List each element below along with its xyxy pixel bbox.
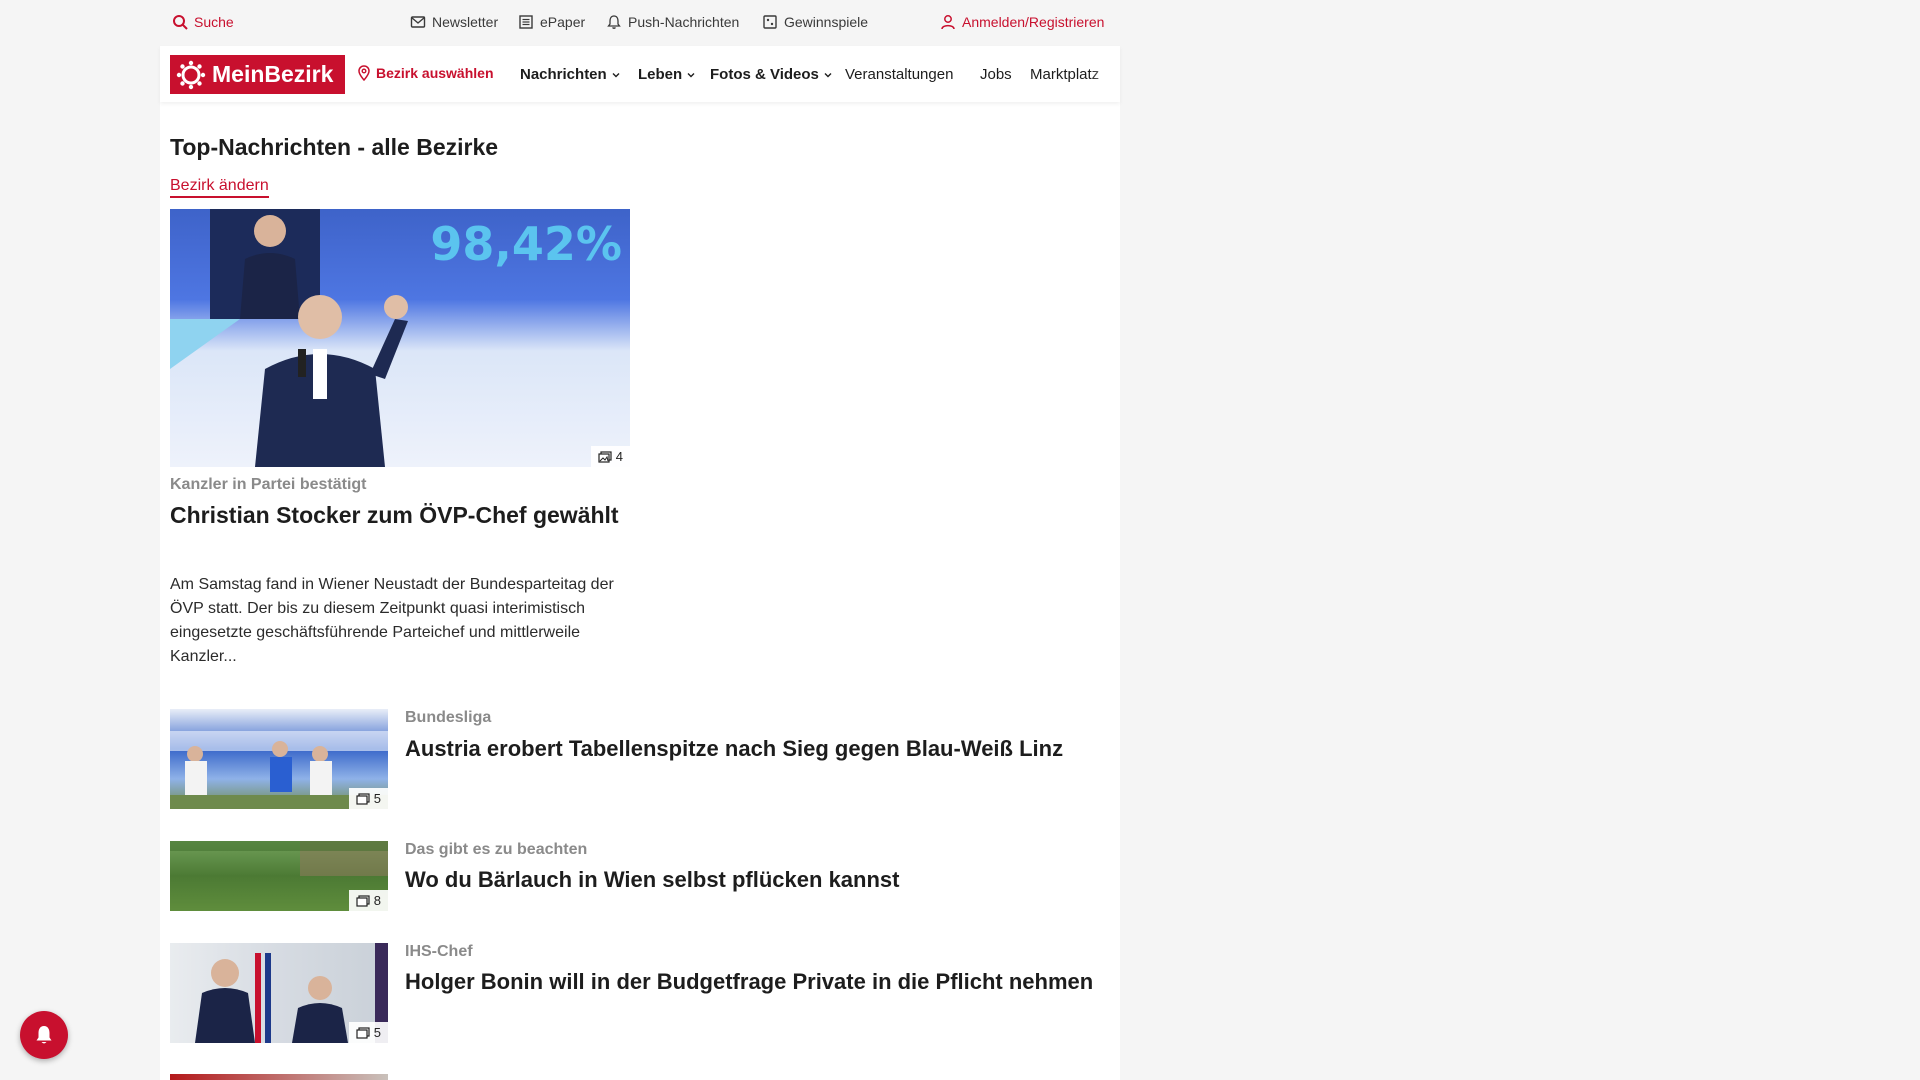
login-label: Anmelden/Registrieren <box>962 14 1105 30</box>
nav-item-nachrichten[interactable]: Nachrichten <box>520 66 621 83</box>
district-select[interactable]: Bezirk auswählen <box>356 65 494 81</box>
article-kicker: IHS-Chef <box>405 943 473 960</box>
chevron-down-icon <box>824 72 832 77</box>
hero-percentage-text: 98,42% <box>430 217 622 271</box>
logo[interactable]: MeinBezirk <box>170 55 345 94</box>
photo-count-badge: 5 <box>348 1022 388 1043</box>
article-item[interactable]: 5 IHS-Chef Holger Bonin will in der Budg… <box>170 943 1110 1043</box>
article-thumbnail <box>170 1074 388 1080</box>
hero-image[interactable]: 98,42% 4 <box>170 209 630 467</box>
photo-count-badge: 8 <box>348 890 388 911</box>
newspaper-icon <box>519 15 533 29</box>
hero-teaser: Am Samstag fand in Wiener Neustadt der B… <box>170 576 614 665</box>
push-link[interactable]: Push-Nachrichten <box>606 14 739 30</box>
article-thumbnail: 5 <box>170 943 388 1043</box>
nav-item-fotos-videos[interactable]: Fotos & Videos <box>710 66 833 83</box>
article-item-partial[interactable] <box>170 1074 1110 1080</box>
chevron-down-icon <box>612 72 620 77</box>
article-kicker: Bundesliga <box>405 709 492 726</box>
location-pin-icon <box>358 65 370 81</box>
photo-count: 5 <box>373 1025 381 1040</box>
epaper-label: ePaper <box>540 14 586 30</box>
hero-headline[interactable]: Christian Stocker zum ÖVP-Chef gewählt <box>170 500 620 531</box>
nav-label: Fotos & Videos <box>710 66 819 83</box>
nav-item-veranstaltungen[interactable]: Veranstaltungen <box>845 66 953 83</box>
main-navbar: MeinBezirk Bezirk auswählen Nachrichten … <box>160 46 1120 102</box>
nav-fade-overlay <box>1090 46 1120 102</box>
nav-label: Veranstaltungen <box>845 66 954 83</box>
sun-logo-icon <box>176 60 206 89</box>
change-district-link[interactable]: Bezirk ändern <box>170 177 269 198</box>
article-item[interactable]: 5 Bundesliga Austria erobert Tabellenspi… <box>170 709 1110 809</box>
bell-icon <box>36 1026 52 1044</box>
nav-label: Nachrichten <box>520 66 607 83</box>
search-icon <box>173 15 188 30</box>
article-thumbnail: 8 <box>170 841 388 911</box>
mail-icon <box>410 16 426 28</box>
article-headline[interactable]: Wo du Bärlauch in Wien selbst pflücken k… <box>405 865 1105 895</box>
bell-icon <box>607 15 621 29</box>
utility-bar: Suche Newsletter ePaper Push-Nachrichten… <box>160 0 1120 46</box>
gallery-icon <box>356 1026 370 1039</box>
section-title: Top-Nachrichten - alle Bezirke <box>170 134 499 160</box>
contests-label: Gewinnspiele <box>784 14 869 30</box>
newsletter-label: Newsletter <box>432 14 499 30</box>
hero-kicker: Kanzler in Partei bestätigt <box>170 476 367 493</box>
nav-item-jobs[interactable]: Jobs <box>980 66 1012 83</box>
login-link[interactable]: Anmelden/Registrieren <box>940 14 1104 30</box>
photo-count-badge: 5 <box>348 788 388 809</box>
epaper-link[interactable]: ePaper <box>518 14 585 30</box>
gallery-icon <box>356 792 370 805</box>
article-kicker: Das gibt es zu beachten <box>405 841 588 858</box>
gallery-icon <box>356 894 370 907</box>
article-headline[interactable]: Austria erobert Tabellenspitze nach Sieg… <box>405 734 1105 764</box>
photo-count-badge: 4 <box>590 446 630 467</box>
search-link[interactable]: Suche <box>172 14 234 30</box>
gallery-icon <box>598 450 612 463</box>
nav-label: Jobs <box>980 66 1012 83</box>
user-icon <box>941 15 955 30</box>
nav-label: Leben <box>638 66 683 83</box>
article-headline[interactable]: Holger Bonin will in der Budgetfrage Pri… <box>405 967 1105 997</box>
article-thumbnail: 5 <box>170 709 388 809</box>
logo-text: MeinBezirk <box>212 61 334 87</box>
photo-count: 5 <box>373 791 381 806</box>
nav-item-leben[interactable]: Leben <box>638 66 696 83</box>
gift-icon <box>763 15 777 29</box>
notification-bell-button[interactable] <box>20 1011 68 1059</box>
search-label: Suche <box>194 14 234 30</box>
chevron-down-icon <box>687 72 695 77</box>
photo-count: 4 <box>615 449 623 464</box>
page: Suche Newsletter ePaper Push-Nachrichten… <box>160 0 1120 1080</box>
nav-label: Marktplatz <box>1030 66 1100 83</box>
photo-count: 8 <box>373 893 381 908</box>
push-label: Push-Nachrichten <box>628 14 740 30</box>
newsletter-link[interactable]: Newsletter <box>410 14 498 30</box>
contests-link[interactable]: Gewinnspiele <box>762 14 868 30</box>
district-label: Bezirk auswählen <box>376 65 494 81</box>
article-item[interactable]: 8 Das gibt es zu beachten Wo du Bärlauch… <box>170 841 1110 911</box>
